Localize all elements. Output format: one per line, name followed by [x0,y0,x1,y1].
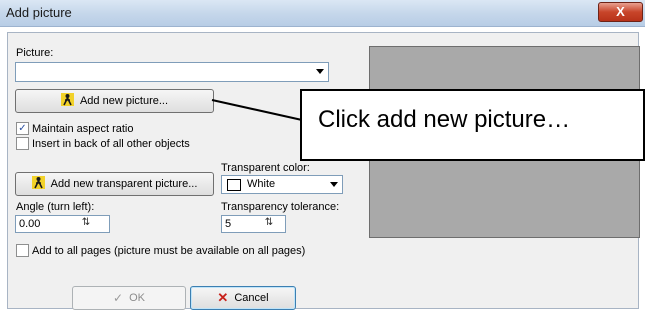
maintain-aspect-label: Maintain aspect ratio [32,122,134,135]
color-swatch [227,179,241,191]
insert-back-label: Insert in back of all other objects [32,137,190,150]
add-new-picture-button[interactable]: Add new picture... [15,89,214,113]
picture-select[interactable] [15,62,329,82]
chevron-down-icon [316,69,324,74]
transparent-color-label: Transparent color: [221,162,310,174]
spin-arrows-icon[interactable]: ⇅ [263,217,275,231]
close-button[interactable]: X [598,2,643,22]
transparent-color-select[interactable]: White [221,175,343,194]
transparent-color-value: White [247,178,276,190]
tolerance-label: Transparency tolerance: [221,201,340,213]
angle-value: 0.00 [19,218,41,230]
title-bar: Add picture X [0,0,645,27]
add-transparent-picture-label: Add new transparent picture... [50,178,198,190]
checkbox-box [16,137,29,150]
picture-icon [60,93,74,109]
add-new-picture-label: Add new picture... [79,95,169,107]
cancel-label: Cancel [234,292,269,304]
picture-label: Picture: [16,47,54,59]
angle-label: Angle (turn left): [16,201,95,213]
angle-input[interactable]: 0.00 [15,215,110,233]
chevron-down-icon [330,182,338,187]
checkbox-box [16,244,29,257]
checkbox-box: ✓ [16,122,29,135]
cancel-x-icon: ✕ [217,290,229,305]
tolerance-value: 5 [225,218,232,230]
add-transparent-picture-button[interactable]: Add new transparent picture... [15,172,214,196]
add-all-pages-checkbox[interactable]: Add to all pages (picture must be availa… [16,244,305,257]
ok-label: OK [129,292,145,304]
close-icon: X [616,4,625,19]
cancel-button[interactable]: ✕ Cancel [190,286,296,310]
callout-text: Click add new picture… [318,106,571,133]
ok-button[interactable]: ✓ OK [72,286,186,310]
tolerance-input[interactable]: 5 [221,215,286,233]
checkmark-icon: ✓ [113,291,124,305]
picture-icon [31,176,45,192]
maintain-aspect-checkbox[interactable]: ✓ Maintain aspect ratio [16,122,134,135]
spin-arrows-icon[interactable]: ⇅ [80,217,92,231]
insert-back-checkbox[interactable]: Insert in back of all other objects [16,137,190,150]
add-all-pages-label: Add to all pages (picture must be availa… [32,244,306,257]
window-title: Add picture [6,5,72,20]
